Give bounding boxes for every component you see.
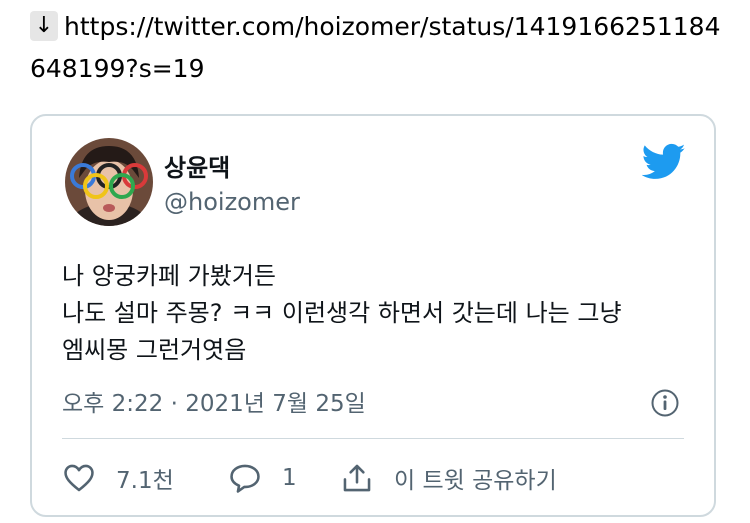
down-arrow-icon: ↓ <box>30 11 58 41</box>
twitter-bird-icon[interactable] <box>642 142 686 182</box>
share-icon <box>343 464 371 492</box>
tweet-text: 나 양궁카페 가봤거든 나도 설마 주몽? ㅋㅋ 이런생각 하면서 갓는데 나는… <box>62 258 702 369</box>
tweet-card[interactable]: 상윤댁 @hoizomer 나 양궁카페 가봤거든 나도 설마 주몽? ㅋㅋ 이… <box>30 114 716 517</box>
info-icon[interactable] <box>650 388 680 418</box>
tweet-timestamp[interactable]: 오후 2:22 · 2021년 7월 25일 <box>62 384 366 418</box>
tweet-text-line: 나도 설마 주몽? ㅋㅋ 이런생각 하면서 갓는데 나는 그냥 <box>62 299 622 327</box>
heart-icon <box>64 464 94 492</box>
tweet-text-line: 나 양궁카페 가봤거든 <box>62 262 276 290</box>
tweet-link-line[interactable]: ↓ https://twitter.com/hoizomer/status/141… <box>30 6 730 90</box>
author-name[interactable]: 상윤댁 <box>164 148 230 183</box>
reply-count: 1 <box>282 465 297 491</box>
author-handle[interactable]: @hoizomer <box>164 188 300 216</box>
like-button[interactable]: 7.1천 <box>62 456 174 500</box>
share-label: 이 트윗 공유하기 <box>394 468 557 494</box>
tweet-actions: 7.1천 1 이 트윗 공유하기 <box>62 456 702 500</box>
share-button[interactable]: 이 트윗 공유하기 <box>340 456 557 500</box>
avatar[interactable] <box>65 138 153 226</box>
tweet-url[interactable]: https://twitter.com/hoizomer/status/1419… <box>30 12 721 83</box>
tweet-text-line: 엠씨몽 그런거엿음 <box>62 336 247 364</box>
like-count: 7.1천 <box>116 468 174 494</box>
reply-button[interactable]: 1 <box>228 456 297 500</box>
reply-icon <box>230 464 260 493</box>
divider <box>62 438 684 439</box>
